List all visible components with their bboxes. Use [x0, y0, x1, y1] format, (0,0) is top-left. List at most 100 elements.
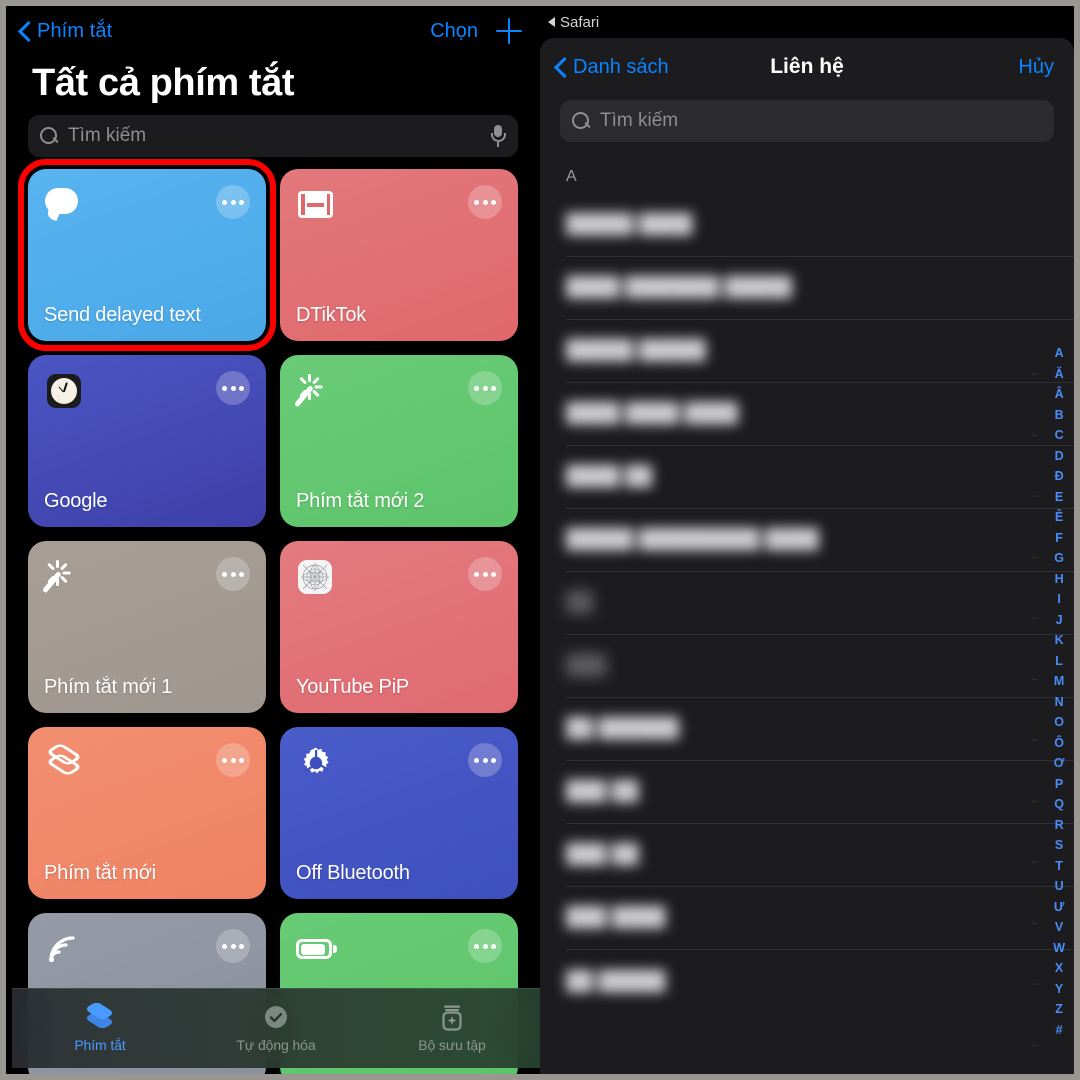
contact-row[interactable]: ██ █████: [566, 950, 1074, 1013]
alphabet-index-letter[interactable]: K: [1055, 630, 1064, 651]
section-tick: –: [1031, 551, 1038, 563]
shortcut-tile-label: Google: [44, 490, 108, 512]
contact-name: ██ ██████: [566, 718, 679, 739]
shortcut-tile[interactable]: Off Bluetooth: [280, 727, 518, 899]
shortcut-tile-wrapper: Off Bluetooth: [280, 727, 518, 899]
contacts-list: █████ ████ ████ ███████ █████ █████ █████ █…: [540, 194, 1074, 1013]
shortcut-tile-wrapper: Phím tắt mới: [28, 727, 266, 899]
alphabet-index-letter[interactable]: S: [1055, 835, 1063, 856]
shortcut-tile[interactable]: Google: [28, 355, 266, 527]
alphabet-index-letter[interactable]: P: [1055, 774, 1063, 795]
alphabet-index-letter[interactable]: Ê: [1055, 507, 1063, 528]
contact-row[interactable]: ████ ██: [566, 446, 1074, 509]
select-button[interactable]: Chọn: [430, 20, 478, 43]
shortcut-tile-label: Phím tắt mới: [44, 862, 156, 884]
plus-icon[interactable]: [496, 18, 522, 44]
alphabet-index-letter[interactable]: B: [1055, 405, 1064, 426]
alphabet-index-letter[interactable]: M: [1054, 671, 1064, 692]
more-options-icon[interactable]: [216, 371, 250, 405]
shortcut-tile[interactable]: Send delayed text: [18, 159, 276, 351]
alphabet-index-letter[interactable]: C: [1055, 425, 1064, 446]
shortcut-tile-wrapper: Phím tắt mới 1: [28, 541, 266, 713]
contact-row[interactable]: ██: [566, 572, 1074, 635]
alphabet-index-letter[interactable]: Z: [1055, 999, 1063, 1020]
more-options-icon[interactable]: [468, 929, 502, 963]
alphabet-index-letter[interactable]: H: [1055, 569, 1064, 590]
alphabet-index-letter[interactable]: U: [1055, 876, 1064, 897]
alphabet-index-letter[interactable]: Đ: [1055, 466, 1064, 487]
microphone-icon[interactable]: [490, 125, 506, 147]
tab-gallery[interactable]: Bộ sưu tập: [365, 1004, 539, 1053]
shortcut-tile-top: [296, 743, 502, 783]
alphabet-index-letter[interactable]: Q: [1054, 794, 1064, 815]
alphabet-index-letter[interactable]: Ă: [1055, 364, 1064, 385]
shortcut-tile[interactable]: Phím tắt mới 2: [280, 355, 518, 527]
shortcuts-app-panel: Phím tắt Chọn Tất cả phím tắt Tìm kiếm S…: [0, 0, 540, 1080]
magic-wand-icon: [41, 557, 84, 597]
alphabet-index-letter[interactable]: X: [1055, 958, 1063, 979]
more-options-icon[interactable]: [216, 185, 250, 219]
contact-row[interactable]: █████ █████████ ████: [566, 509, 1074, 572]
contacts-search-input[interactable]: Tìm kiếm: [560, 100, 1054, 142]
alphabet-index-letter[interactable]: I: [1057, 589, 1060, 610]
alphabet-index-letter[interactable]: #: [1056, 1020, 1063, 1041]
shortcut-tile[interactable]: Phím tắt mới: [28, 727, 266, 899]
tab-shortcuts-label: Phím tắt: [74, 1037, 126, 1053]
more-options-icon[interactable]: [216, 743, 250, 777]
alphabet-index-letter[interactable]: J: [1056, 610, 1063, 631]
alphabet-index-letter[interactable]: F: [1055, 528, 1063, 549]
shortcut-tile[interactable]: Phím tắt mới 1: [28, 541, 266, 713]
tab-shortcuts[interactable]: Phím tắt: [13, 1001, 187, 1053]
cancel-button[interactable]: Hủy: [1018, 56, 1054, 79]
alphabet-index-letter[interactable]: T: [1055, 856, 1063, 877]
shortcut-tile[interactable]: DTikTok: [280, 169, 518, 341]
alphabet-index-letter[interactable]: G: [1054, 548, 1064, 569]
back-button[interactable]: Phím tắt: [20, 20, 112, 43]
alphabet-index[interactable]: A Ă Â B C D Đ E Ê F G H I J K L M N O Ô Ơ P Q R S T U Ư V W X Y Z #: [1053, 343, 1065, 1040]
contact-row[interactable]: ███ ██: [566, 824, 1074, 887]
more-options-icon[interactable]: [468, 743, 502, 777]
contact-row[interactable]: ███ ██: [566, 761, 1074, 824]
search-input[interactable]: Tìm kiếm: [28, 115, 518, 157]
contact-row[interactable]: ███: [566, 635, 1074, 698]
alphabet-index-letter[interactable]: Y: [1055, 979, 1063, 1000]
alphabet-index-letter[interactable]: Â: [1055, 384, 1064, 405]
contact-name: █████ ████: [566, 214, 693, 235]
more-options-icon[interactable]: [468, 557, 502, 591]
contact-row[interactable]: ██ ██████: [566, 698, 1074, 761]
sphere-grid-icon: [296, 557, 336, 597]
alphabet-index-letter[interactable]: Ư: [1054, 897, 1064, 918]
status-bar-back-app-label[interactable]: Safari: [560, 14, 599, 31]
more-options-icon[interactable]: [468, 371, 502, 405]
more-options-icon[interactable]: [216, 557, 250, 591]
alphabet-index-letter[interactable]: Ô: [1054, 733, 1064, 754]
alphabet-index-letter[interactable]: L: [1055, 651, 1063, 672]
tab-automation[interactable]: Tự động hóa: [189, 1004, 363, 1053]
section-tick: –: [1031, 917, 1038, 929]
shortcut-tile[interactable]: YouTube PiP: [280, 541, 518, 713]
alphabet-index-letter[interactable]: W: [1053, 938, 1065, 959]
contact-row[interactable]: █████ ████: [566, 194, 1074, 257]
alphabet-index-letter[interactable]: D: [1055, 446, 1064, 467]
alphabet-index-letter[interactable]: V: [1055, 917, 1063, 938]
shortcut-tile-top: [293, 371, 502, 411]
alphabet-index-letter[interactable]: O: [1054, 712, 1064, 733]
alphabet-index-letter[interactable]: Ơ: [1054, 753, 1065, 774]
alphabet-index-letter[interactable]: A: [1055, 343, 1064, 364]
alphabet-index-letter[interactable]: N: [1055, 692, 1064, 713]
contacts-search-placeholder: Tìm kiếm: [600, 110, 679, 131]
shortcuts-nav-bar: Phím tắt Chọn: [6, 6, 540, 50]
back-triangle-icon[interactable]: [548, 17, 555, 27]
contact-name: ██ █████: [566, 970, 666, 992]
contact-row[interactable]: ████ ███████ █████: [566, 257, 1074, 320]
shortcut-tile-top: [44, 185, 250, 225]
alphabet-index-letter[interactable]: E: [1055, 487, 1063, 508]
contact-row[interactable]: ████ ████ ████: [566, 383, 1074, 446]
contact-name: ████ ███████ █████: [566, 277, 792, 298]
alphabet-index-letter[interactable]: R: [1055, 815, 1064, 836]
contacts-back-button[interactable]: Danh sách: [556, 56, 669, 79]
more-options-icon[interactable]: [216, 929, 250, 963]
more-options-icon[interactable]: [468, 185, 502, 219]
contact-row[interactable]: █████ █████: [566, 320, 1074, 383]
contact-row[interactable]: ███ ████: [566, 887, 1074, 950]
